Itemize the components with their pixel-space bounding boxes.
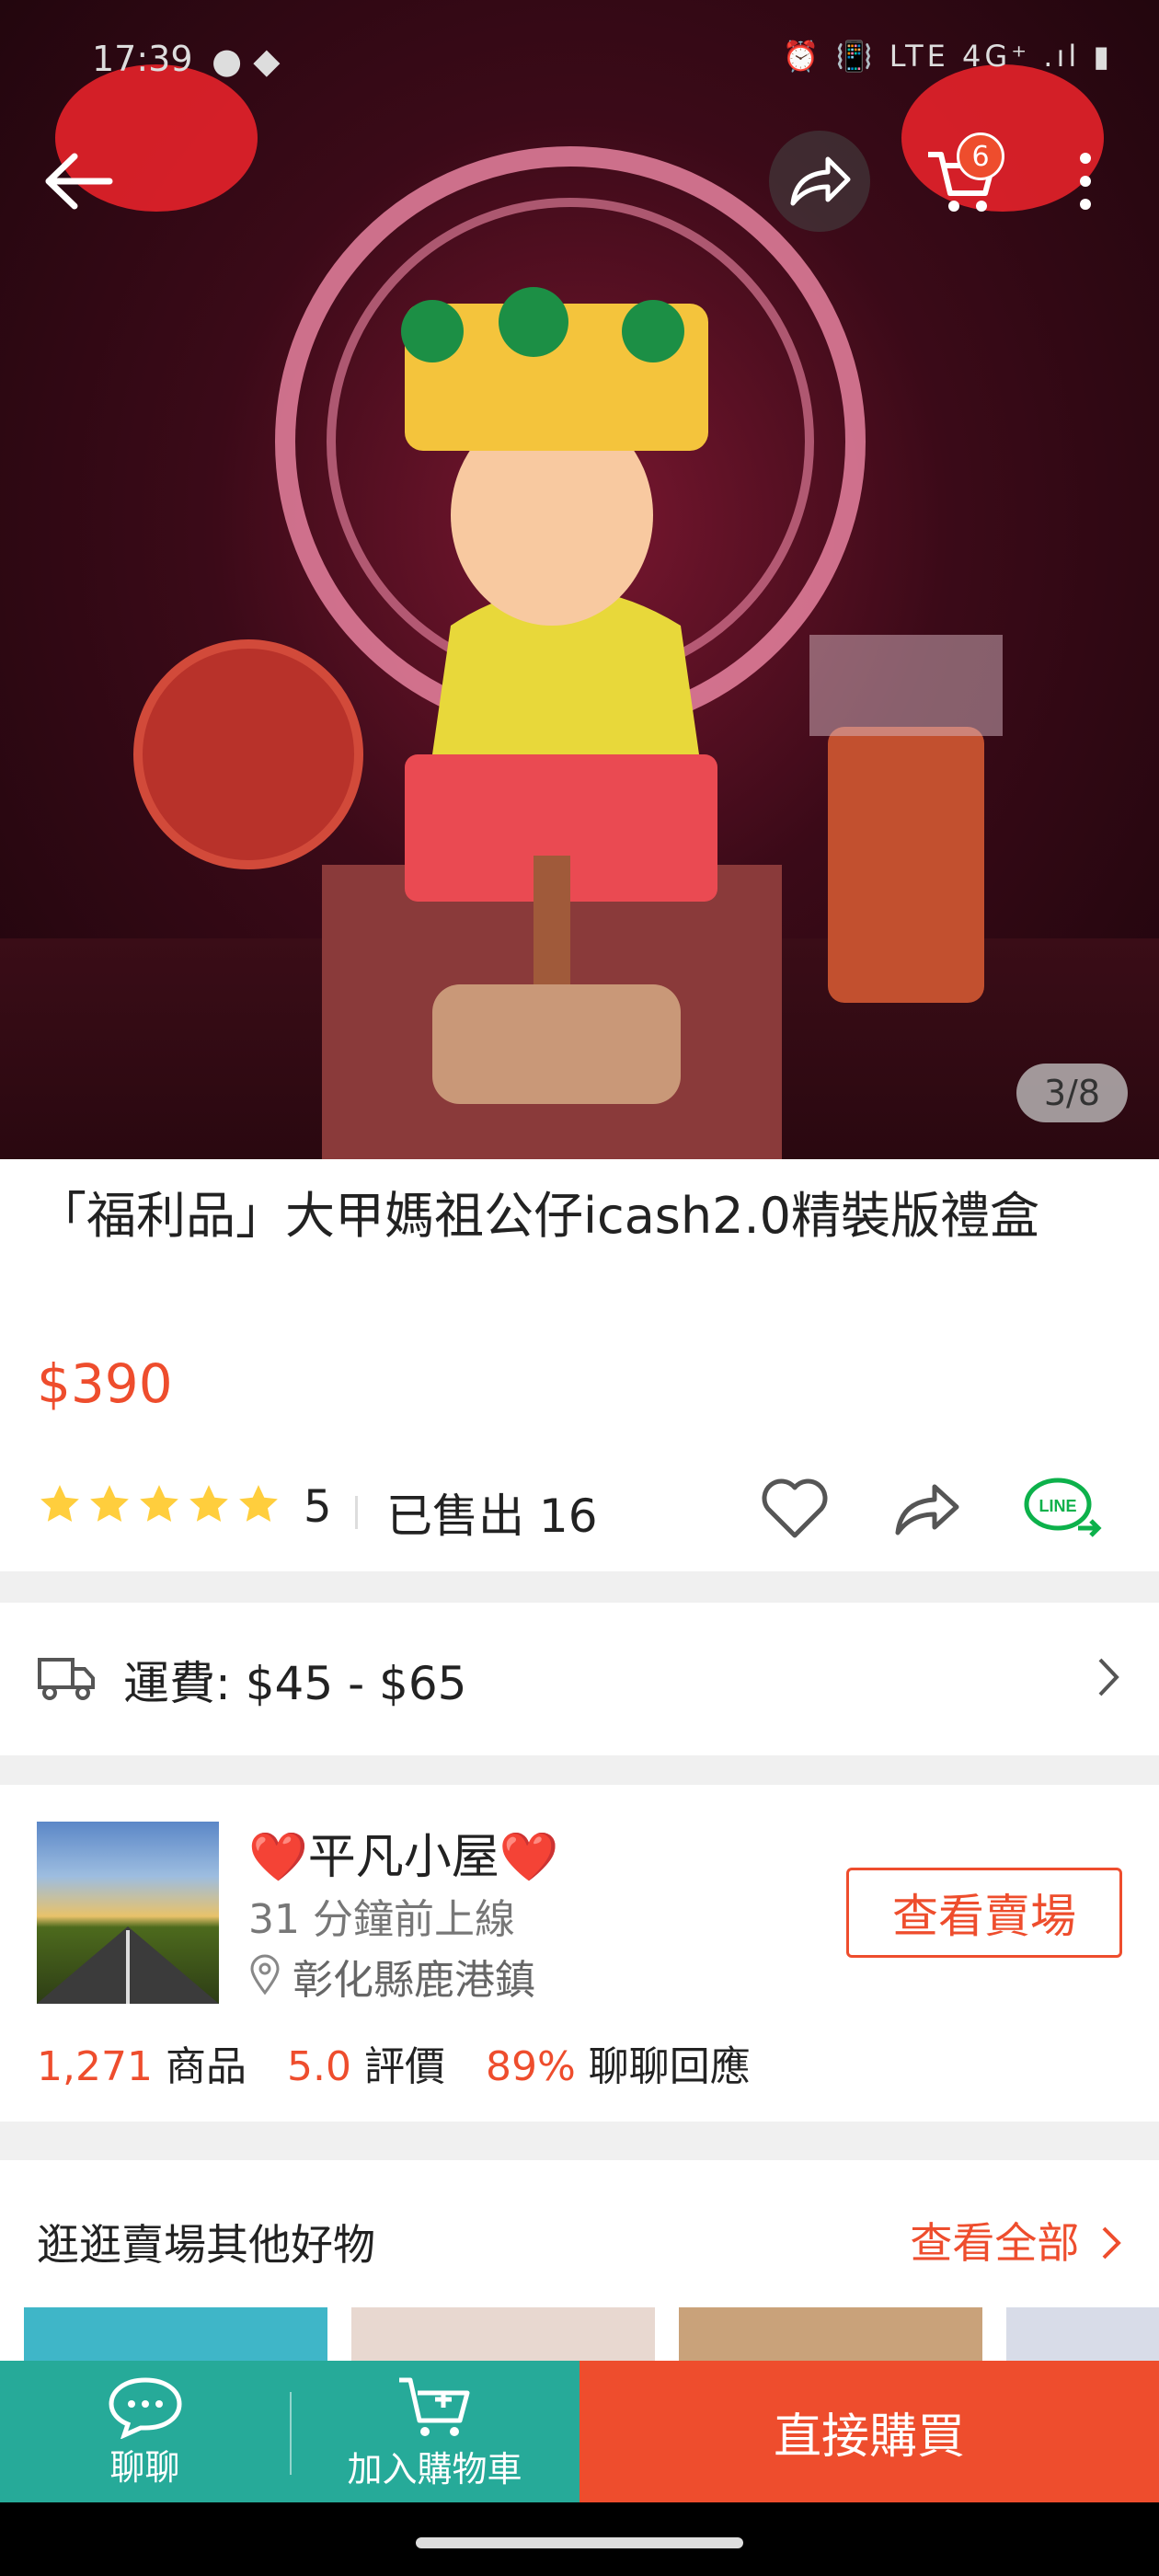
product-image-carousel[interactable]: 17:39 ● ◆ ⏰ 📳 LTE 4G⁺ .ıl ▮ 6 3/8 — [0, 0, 1159, 1159]
svg-text:LINE: LINE — [1039, 1497, 1076, 1515]
cart-button[interactable]: 6 — [911, 131, 1012, 232]
shop-product-thumbnail[interactable] — [679, 2307, 982, 2363]
stat-products: 1,271 商品 — [37, 2033, 247, 2092]
share-icon — [895, 1484, 959, 1535]
divider — [355, 1496, 358, 1529]
product-info-section: 「福利品」大甲媽祖公仔icash2.0精裝版禮盒 $390 5 已售出 16 L… — [0, 1159, 1159, 1571]
divider — [290, 2392, 292, 2475]
chevron-right-icon — [1102, 2226, 1121, 2260]
status-bar: 17:39 ● ◆ ⏰ 📳 LTE 4G⁺ .ıl ▮ — [0, 0, 1159, 110]
view-shop-button[interactable]: 查看賣場 — [846, 1868, 1122, 1958]
shop-product-thumbnail[interactable] — [351, 2307, 655, 2363]
product-title: 「福利品」大甲媽祖公仔icash2.0精裝版禮盒 — [37, 1187, 1040, 1245]
stat-rating-value: 5.0 — [286, 2043, 351, 2090]
chevron-right-icon — [1098, 1658, 1119, 1696]
stat-rating-label: 評價 — [363, 2043, 445, 2090]
more-options-button[interactable] — [1039, 131, 1131, 232]
shop-location: 彰化縣鹿港鎮 — [293, 1957, 535, 2004]
truck-icon — [38, 1658, 95, 1700]
back-arrow-icon — [45, 153, 113, 210]
shop-stats: 1,271 商品 5.0 評價 89% 聊聊回應 — [37, 2033, 751, 2092]
shop-name[interactable]: ❤️平凡小屋❤️ — [248, 1818, 559, 1887]
home-gesture-pill[interactable] — [416, 2537, 743, 2548]
stat-chat-value: 89% — [485, 2043, 576, 2090]
shop-section: ❤️平凡小屋❤️ 31 分鐘前上線 彰化縣鹿港鎮 查看賣場 1,271 商品 5.… — [0, 1785, 1159, 2122]
stat-chat-label: 聊聊回應 — [588, 2043, 751, 2090]
stat-chat: 89% 聊聊回應 — [486, 2033, 751, 2092]
stat-rating: 5.0 評價 — [287, 2033, 445, 2092]
shop-last-online: 31 分鐘前上線 — [248, 1896, 515, 1943]
heart-icon — [762, 1478, 828, 1538]
share-icon — [790, 156, 851, 206]
rating-stars — [37, 1481, 281, 1527]
add-to-cart-label: 加入購物車 — [347, 2448, 522, 2490]
more-from-shop-section: 逛逛賣場其他好物 查看全部 — [0, 2160, 1159, 2363]
system-navigation-bar — [0, 2502, 1159, 2576]
shipping-row[interactable]: 運費: $45 - $65 — [0, 1603, 1159, 1755]
share-button[interactable] — [769, 131, 870, 232]
shop-avatar[interactable] — [37, 1822, 219, 2004]
image-counter: 3/8 — [1016, 1064, 1128, 1122]
line-share-icon: LINE — [1024, 1478, 1102, 1537]
bottom-action-bar: 聊聊 加入購物車 直接購買 — [0, 2361, 1159, 2502]
status-time: 17:39 — [92, 39, 193, 79]
star-icon — [40, 1485, 79, 1522]
shop-product-thumbnail[interactable] — [1006, 2307, 1159, 2363]
system-icons: ⏰ 📳 LTE 4G⁺ .ıl ▮ — [782, 39, 1113, 74]
chat-button[interactable]: 聊聊 — [0, 2361, 290, 2502]
notification-icons: ● ◆ — [212, 40, 281, 81]
avatar-road-line — [126, 1930, 130, 2004]
product-price: $390 — [37, 1352, 173, 1415]
shop-product-thumbnail[interactable] — [24, 2307, 327, 2363]
rating-value: 5 — [304, 1481, 332, 1533]
share-product-button[interactable] — [881, 1463, 973, 1555]
shipping-fee: 運費: $45 - $65 — [123, 1657, 467, 1710]
star-icon — [189, 1485, 228, 1522]
view-all-link[interactable]: 查看全部 — [910, 2210, 1122, 2271]
view-all-label: 查看全部 — [910, 2218, 1080, 2268]
location-pin-icon — [250, 1954, 280, 1995]
buy-now-label: 直接購買 — [773, 2409, 965, 2465]
chat-icon — [108, 2376, 182, 2439]
line-share-button[interactable]: LINE — [1017, 1463, 1109, 1555]
stat-products-value: 1,271 — [37, 2043, 153, 2090]
star-icon — [239, 1485, 278, 1522]
back-button[interactable] — [28, 131, 129, 232]
chat-label: 聊聊 — [109, 2446, 180, 2488]
buy-now-button[interactable]: 直接購買 — [580, 2361, 1159, 2502]
stat-products-label: 商品 — [165, 2043, 247, 2090]
star-icon — [140, 1485, 178, 1522]
star-icon — [90, 1485, 129, 1522]
add-to-cart-button[interactable]: 加入購物車 — [290, 2361, 580, 2502]
more-from-shop-title: 逛逛賣場其他好物 — [37, 2220, 375, 2270]
favorite-button[interactable] — [749, 1463, 841, 1555]
cart-count-badge: 6 — [957, 132, 1004, 180]
add-cart-icon — [398, 2377, 469, 2436]
more-icon — [1080, 153, 1091, 210]
sold-count: 已售出 16 — [386, 1489, 598, 1543]
